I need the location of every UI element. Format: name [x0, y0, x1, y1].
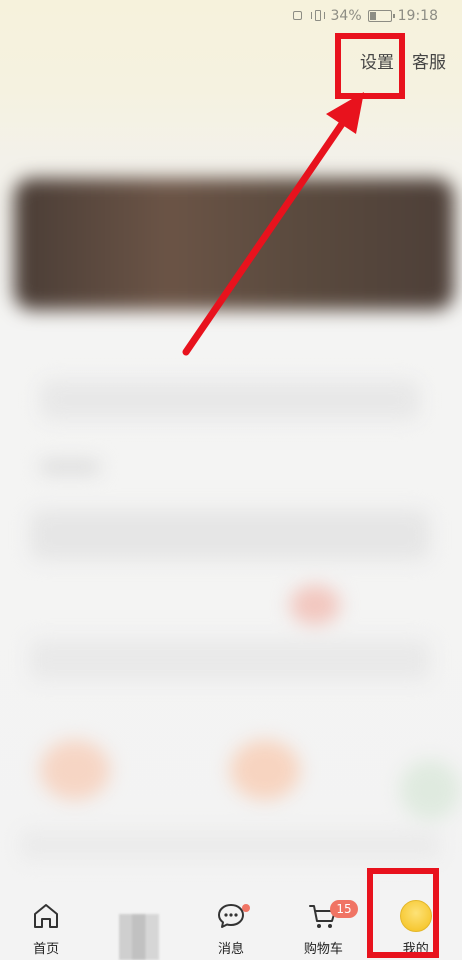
annotation-arrow	[182, 92, 364, 356]
